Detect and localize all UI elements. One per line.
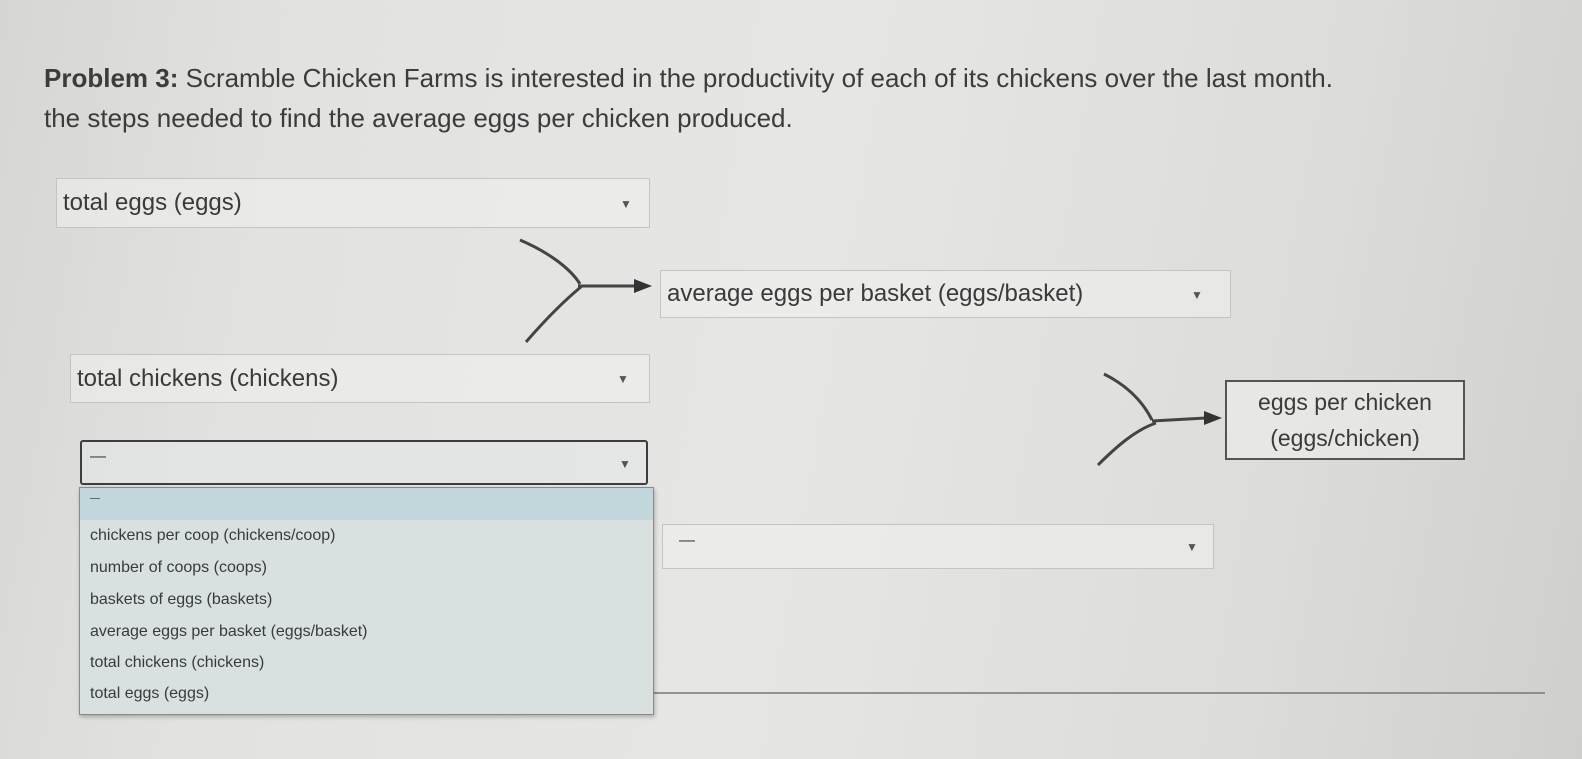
average-eggs-per-basket-select[interactable]: average eggs per basket (eggs/basket) ▼ xyxy=(660,270,1231,318)
dropdown-option[interactable]: total eggs (eggs) xyxy=(90,685,209,703)
caret-down-icon: ▼ xyxy=(617,372,629,386)
caret-down-icon: ▼ xyxy=(620,197,632,211)
total-chickens-select[interactable]: total chickens (chickens) ▼ xyxy=(70,354,650,403)
result-line-1: eggs per chicken xyxy=(1258,389,1432,415)
arrow-icon xyxy=(519,238,652,343)
caret-down-icon: ▼ xyxy=(1191,288,1203,302)
total-eggs-select[interactable]: total eggs (eggs) ▼ xyxy=(56,178,650,228)
dropdown-option[interactable]: average eggs per basket (eggs/basket) xyxy=(90,623,368,641)
dropdown-option[interactable]: baskets of eggs (baskets) xyxy=(90,591,272,609)
open-step-select-value: — xyxy=(90,447,106,465)
next-step-select[interactable]: — ▼ xyxy=(662,524,1214,569)
dropdown-options-list: chickens per coop (chickens/coop) number… xyxy=(79,487,654,715)
open-step-select[interactable]: — ▼ xyxy=(80,440,648,485)
caret-down-icon: ▼ xyxy=(1186,540,1198,554)
average-eggs-per-basket-select-label: average eggs per basket (eggs/basket) xyxy=(667,280,1084,307)
total-chickens-select-label: total chickens (chickens) xyxy=(77,364,339,392)
total-eggs-select-label: total eggs (eggs) xyxy=(63,189,242,216)
dropdown-option[interactable]: total chickens (chickens) xyxy=(90,654,264,672)
next-step-select-value: — xyxy=(679,531,695,549)
dropdown-option-placeholder[interactable] xyxy=(80,488,653,520)
dropdown-option[interactable]: chickens per coop (chickens/coop) xyxy=(90,527,335,545)
dropdown-option-placeholder-label xyxy=(90,498,100,499)
result-line-2: (eggs/chicken) xyxy=(1270,425,1420,451)
caret-down-icon: ▼ xyxy=(619,457,631,471)
result-box-eggs-per-chicken: eggs per chicken (eggs/chicken) xyxy=(1225,380,1465,460)
dropdown-option[interactable]: number of coops (coops) xyxy=(90,559,267,577)
arrow-icon xyxy=(1096,372,1222,467)
